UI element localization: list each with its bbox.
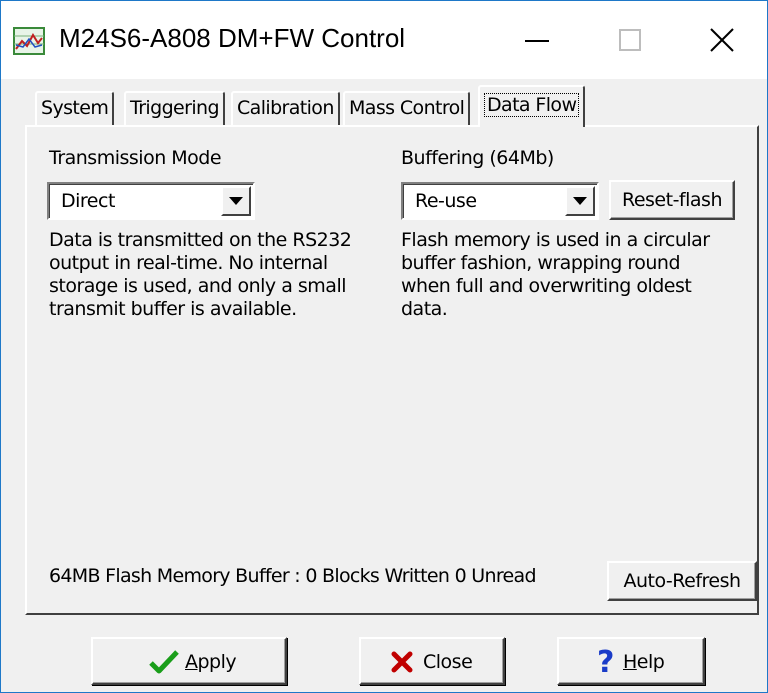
help-mnemonic: H (623, 651, 637, 673)
title-bar[interactable]: M24S6-A808 DM+FW Control (1, 1, 767, 79)
svg-text:?: ? (597, 645, 614, 677)
close-window-button[interactable] (675, 1, 767, 79)
auto-refresh-button[interactable]: Auto-Refresh (607, 561, 757, 601)
tab-data-flow[interactable]: Data Flow (478, 85, 586, 127)
help-label-rest: elp (636, 651, 665, 673)
tab-mass-control[interactable]: Mass Control (343, 91, 471, 125)
tab-label: Mass Control (349, 97, 465, 119)
description-line: when full and overwriting oldest (401, 275, 692, 297)
tab-label: Data Flow (484, 93, 580, 117)
description-line: transmit buffer is available. (49, 298, 297, 320)
description-line: Flash memory is used in a circular (401, 229, 710, 251)
minimize-button[interactable] (491, 1, 583, 79)
apply-mnemonic: A (185, 651, 198, 673)
help-label: Help (623, 651, 665, 673)
apply-label: Apply (185, 651, 237, 673)
buffering-value: Re-use (415, 190, 477, 212)
maximize-icon (619, 29, 641, 51)
tab-label: Calibration (237, 97, 334, 119)
buffering-select[interactable]: Re-use (401, 182, 599, 220)
buffering-label: Buffering (64Mb) (401, 147, 554, 169)
dropdown-button[interactable] (221, 186, 251, 216)
transmission-description: Data is transmitted on the RS232 output … (49, 229, 352, 321)
x-icon (391, 651, 413, 673)
description-line: storage is used, and only a small (49, 275, 347, 297)
window-title: M24S6-A808 DM+FW Control (59, 23, 406, 53)
description-line: Data is transmitted on the RS232 (49, 229, 352, 251)
transmission-mode-select[interactable]: Direct (47, 182, 255, 220)
dropdown-button[interactable] (565, 186, 595, 216)
description-line: data. (401, 298, 448, 320)
dialog-window: M24S6-A808 DM+FW Control System Triggeri… (0, 0, 768, 693)
maximize-button[interactable] (583, 1, 675, 79)
description-line: output in real-time. No internal (49, 252, 328, 274)
description-line: buffer fashion, wrapping round (401, 252, 681, 274)
transmission-mode-value: Direct (61, 190, 115, 212)
apply-label-rest: pply (197, 651, 237, 673)
tab-label: System (41, 97, 109, 119)
buffering-description: Flash memory is used in a circular buffe… (401, 229, 710, 321)
chevron-down-icon (229, 197, 243, 205)
close-icon (710, 28, 734, 52)
tab-triggering[interactable]: Triggering (124, 91, 225, 125)
question-mark-icon: ? (597, 645, 614, 677)
reset-flash-button[interactable]: Reset-flash (609, 180, 735, 220)
tab-system[interactable]: System (35, 91, 115, 125)
tab-calibration[interactable]: Calibration (231, 91, 340, 125)
chart-app-icon (13, 27, 45, 55)
checkmark-icon (149, 650, 179, 674)
transmission-mode-label: Transmission Mode (49, 147, 222, 169)
help-button[interactable]: ? Help (557, 637, 705, 685)
minimize-icon (525, 40, 549, 42)
chevron-down-icon (573, 197, 587, 205)
close-button[interactable]: Close (359, 637, 505, 685)
data-flow-panel: Transmission Mode Direct Data is transmi… (25, 125, 759, 615)
close-label: Close (423, 651, 473, 673)
tab-label: Triggering (130, 97, 220, 119)
apply-button[interactable]: Apply (91, 637, 287, 685)
flash-buffer-status: 64MB Flash Memory Buffer : 0 Blocks Writ… (49, 565, 537, 587)
